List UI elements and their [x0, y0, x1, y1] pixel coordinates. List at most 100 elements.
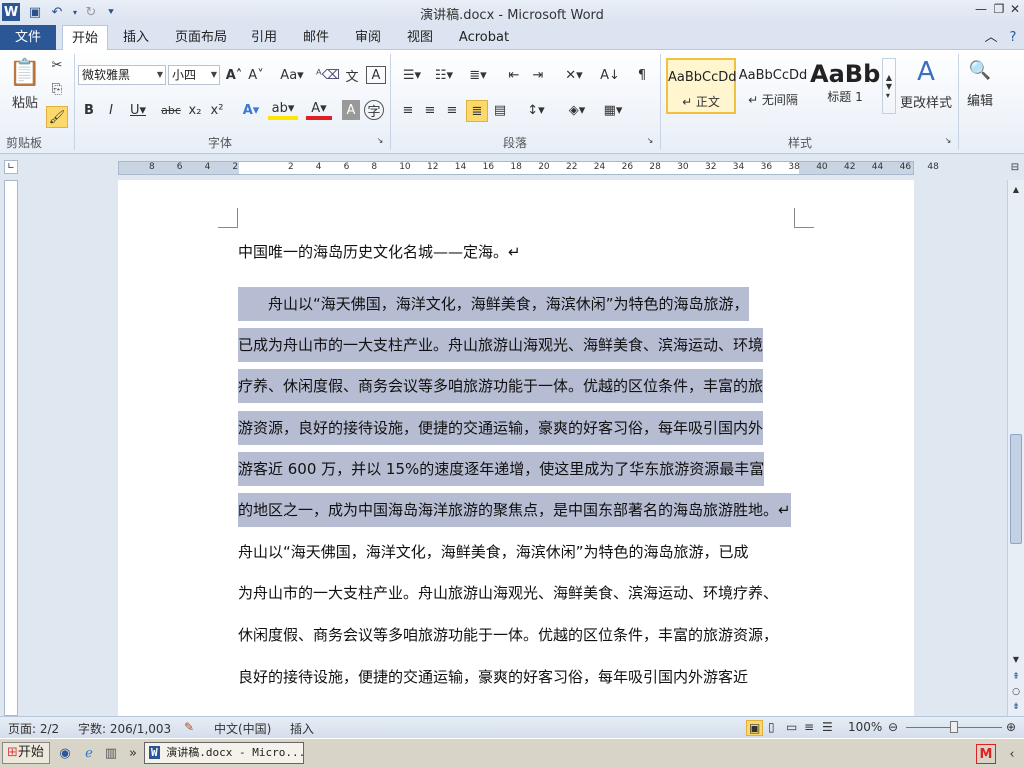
tab-references[interactable]: 引用: [244, 25, 284, 50]
print-layout-icon[interactable]: ▣: [746, 720, 764, 736]
tab-review[interactable]: 审阅: [348, 25, 388, 50]
change-case-icon[interactable]: Aa▾: [278, 66, 306, 84]
italic-icon[interactable]: I: [102, 100, 120, 120]
scroll-down-icon[interactable]: ▼: [1009, 652, 1023, 666]
help-icon[interactable]: ?: [1004, 25, 1022, 50]
sort-icon[interactable]: A↓: [600, 66, 620, 84]
font-dialog-launcher-icon[interactable]: ↘: [374, 134, 386, 146]
tab-selector-icon[interactable]: ∟: [4, 160, 18, 174]
zoom-in-icon[interactable]: ⊕: [1006, 720, 1016, 734]
tab-insert[interactable]: 插入: [114, 25, 158, 50]
underline-icon[interactable]: U▾: [124, 100, 152, 120]
clear-format-icon[interactable]: ᴬ⌫: [316, 66, 340, 84]
tab-page-layout[interactable]: 页面布局: [170, 25, 232, 50]
strikethrough-icon[interactable]: abc: [160, 100, 182, 120]
zoom-level[interactable]: 100%: [848, 720, 882, 734]
borders-icon[interactable]: ▦▾: [598, 100, 628, 120]
close-icon[interactable]: ✕: [1006, 2, 1024, 20]
minimize-icon[interactable]: —: [972, 2, 990, 20]
font-name-combo[interactable]: 微软雅黑 ▼: [78, 65, 166, 85]
change-styles-button[interactable]: 更改样式: [900, 92, 952, 111]
increase-indent-icon[interactable]: ⇥: [528, 66, 548, 84]
copy-icon[interactable]: ⎘: [48, 80, 66, 98]
tab-view[interactable]: 视图: [400, 25, 440, 50]
font-color-icon[interactable]: A▾: [306, 100, 332, 120]
tab-acrobat[interactable]: Acrobat: [452, 25, 516, 50]
format-painter-icon[interactable]: 🖌: [46, 106, 68, 128]
style-no-spacing[interactable]: AaBbCcDd ↵ 无间隔: [738, 58, 808, 114]
style-heading-1[interactable]: AaBb 标题 1: [810, 58, 880, 114]
language[interactable]: 中文(中国): [214, 720, 271, 737]
ruler-tick-label: 2: [232, 162, 239, 172]
paragraph-dialog-launcher-icon[interactable]: ↘: [644, 134, 656, 146]
highlight-color-icon[interactable]: ab▾: [268, 100, 298, 120]
enclose-characters-icon[interactable]: 字: [364, 100, 384, 120]
tray-expand-icon[interactable]: ‹: [1004, 744, 1020, 764]
cut-icon[interactable]: ✂: [48, 56, 66, 74]
scroll-up-icon[interactable]: ▲: [1009, 182, 1023, 196]
zoom-slider-thumb[interactable]: [950, 721, 958, 733]
multilevel-list-icon[interactable]: ≣▾: [464, 66, 492, 84]
previous-page-icon[interactable]: ⇞: [1009, 670, 1023, 684]
taskbar-word-window[interactable]: W 演讲稿.docx - Micro...: [144, 742, 304, 764]
vertical-ruler[interactable]: [4, 180, 18, 716]
zoom-out-icon[interactable]: ⊖: [888, 720, 898, 734]
next-page-icon[interactable]: ⇟: [1009, 700, 1023, 714]
change-styles-icon[interactable]: A: [910, 56, 942, 88]
align-center-icon[interactable]: ≡: [420, 100, 440, 120]
proofing-icon[interactable]: ✎: [184, 720, 194, 734]
find-icon[interactable]: 🔍: [968, 58, 992, 82]
line-spacing-icon[interactable]: ↕▾: [522, 100, 550, 120]
quick-launch-icon[interactable]: ▥: [102, 744, 120, 762]
style-normal[interactable]: AaBbCcDd ↵ 正文: [666, 58, 737, 114]
scroll-thumb[interactable]: [1010, 434, 1022, 544]
character-border-icon[interactable]: A: [366, 66, 386, 84]
paste-button[interactable]: 粘贴: [6, 92, 44, 111]
full-screen-reading-icon[interactable]: ▯: [768, 720, 775, 734]
show-desktop-icon[interactable]: ◉: [56, 744, 74, 762]
browse-object-icon[interactable]: ○: [1009, 685, 1023, 699]
subscript-icon[interactable]: x₂: [186, 100, 204, 120]
align-left-icon[interactable]: ≡: [398, 100, 418, 120]
shrink-font-icon[interactable]: A˅: [246, 66, 266, 84]
align-right-icon[interactable]: ≡: [442, 100, 462, 120]
windows-logo-icon: ⊞: [7, 745, 18, 760]
tab-home[interactable]: 开始: [62, 25, 108, 50]
paste-icon[interactable]: 📋: [8, 56, 42, 90]
phonetic-guide-icon[interactable]: 文: [342, 66, 362, 85]
bold-icon[interactable]: B: [80, 100, 98, 120]
styles-dialog-launcher-icon[interactable]: ↘: [942, 134, 954, 146]
text-effects-icon[interactable]: A▾: [238, 100, 264, 120]
minimize-ribbon-icon[interactable]: ︿: [982, 25, 1000, 50]
word-count[interactable]: 字数: 206/1,003: [78, 720, 171, 737]
bullets-icon[interactable]: ☰▾: [398, 66, 426, 84]
justify-icon[interactable]: ≣: [466, 100, 488, 122]
editing-button[interactable]: 编辑: [962, 90, 998, 109]
web-layout-icon[interactable]: ▭: [786, 720, 797, 734]
view-ruler-icon[interactable]: ⊟: [1008, 160, 1022, 174]
character-shading-icon[interactable]: A: [342, 100, 360, 120]
tab-mailings[interactable]: 邮件: [296, 25, 336, 50]
more-launch-icon[interactable]: »: [126, 744, 140, 762]
internet-explorer-icon[interactable]: ℯ: [80, 744, 98, 762]
grow-font-icon[interactable]: A˄: [224, 66, 244, 84]
document-page[interactable]: 中国唯一的海岛历史文化名城——定海。↵ 舟山以“海天佛国，海洋文化，海鲜美食，海…: [118, 180, 914, 716]
horizontal-ruler[interactable]: 8 6 4 2 2 4 6 8 10 12 14 16 18 20 22 24 26 28 30 32 34 36 38 40…: [118, 161, 939, 175]
tab-file[interactable]: 文件: [0, 25, 56, 50]
shading-icon[interactable]: ◈▾: [562, 100, 592, 120]
page-count[interactable]: 页面: 2/2: [8, 720, 59, 737]
font-size-combo[interactable]: 小四 ▼: [168, 65, 220, 85]
vertical-scrollbar[interactable]: ▲ ▼ ⇞ ○ ⇟: [1007, 180, 1024, 716]
decrease-indent-icon[interactable]: ⇤: [504, 66, 524, 84]
outline-icon[interactable]: ≡: [804, 720, 814, 734]
distributed-icon[interactable]: ▤: [490, 100, 510, 120]
numbering-icon[interactable]: ☷▾: [430, 66, 458, 84]
start-button[interactable]: ⊞开始: [2, 742, 50, 764]
draft-icon[interactable]: ☰: [822, 720, 833, 734]
superscript-icon[interactable]: x²: [208, 100, 226, 120]
insert-mode[interactable]: 插入: [290, 720, 314, 737]
tray-app-icon[interactable]: M: [976, 744, 996, 764]
styles-scroll-icon[interactable]: ▲ ▼ ▾: [882, 58, 896, 114]
asian-layout-icon[interactable]: ✕▾: [560, 66, 588, 84]
show-marks-icon[interactable]: ¶: [632, 66, 652, 84]
